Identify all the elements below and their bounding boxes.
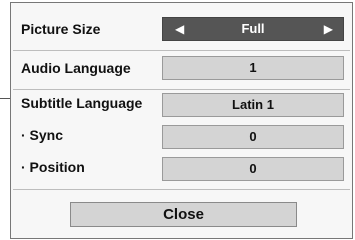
position-field[interactable]: 0 <box>162 157 344 181</box>
sync-field[interactable]: 0 <box>162 125 344 149</box>
audio-language-label: Audio Language <box>21 60 131 76</box>
divider <box>13 50 350 51</box>
picture-size-value: Full <box>241 21 265 36</box>
playback-options-menu: Picture Size ◀ Full ▶ Audio Language 1 S… <box>10 2 353 239</box>
divider <box>13 89 350 90</box>
picture-size-selector[interactable]: ◀ Full ▶ <box>162 17 344 41</box>
subtitle-language-label: Subtitle Language <box>21 95 143 111</box>
subtitle-language-field[interactable]: Latin 1 <box>162 93 344 117</box>
sync-label: · Sync <box>21 127 64 143</box>
picture-size-label: Picture Size <box>21 21 101 37</box>
arrow-right-icon[interactable]: ▶ <box>324 18 333 40</box>
audio-language-field[interactable]: 1 <box>162 56 344 80</box>
close-button[interactable]: Close <box>70 202 297 227</box>
divider <box>13 189 350 190</box>
position-label: · Position <box>21 159 85 175</box>
arrow-left-icon[interactable]: ◀ <box>175 18 184 40</box>
